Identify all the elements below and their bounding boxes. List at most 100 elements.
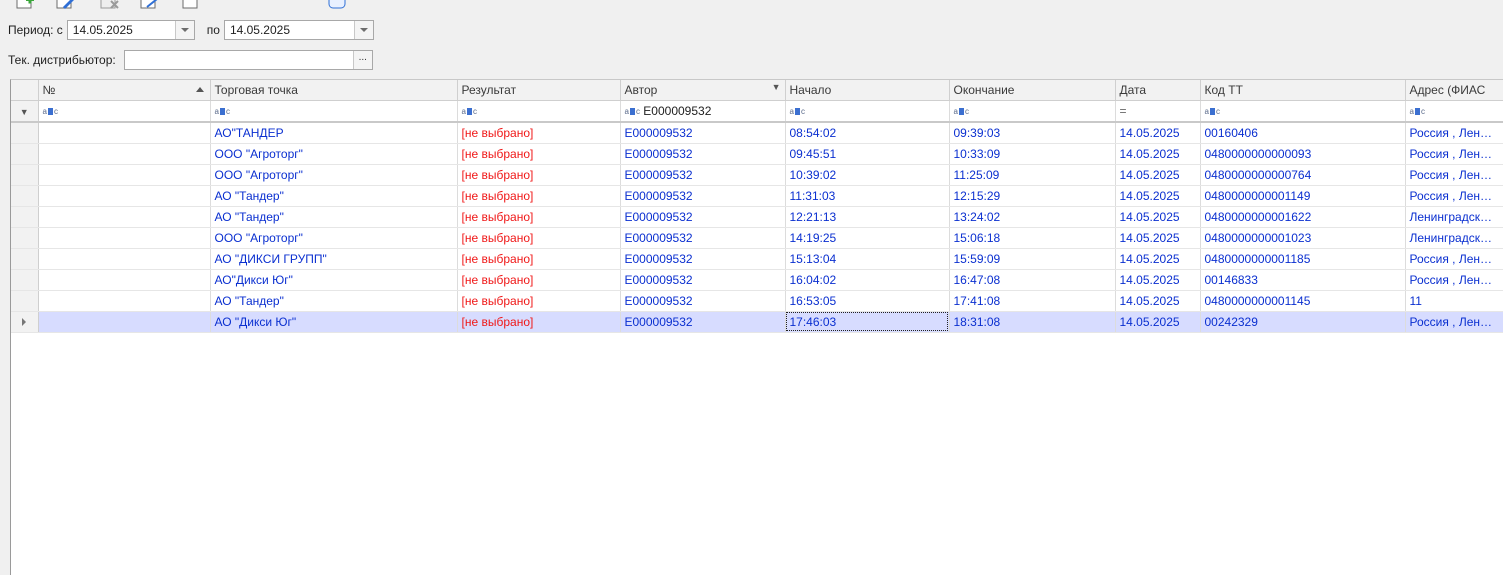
cell-author[interactable]: E000009532 [620,269,786,291]
filter-icon[interactable]: ▼ [772,82,781,92]
cell-date[interactable]: 14.05.2025 [1115,122,1201,144]
cell-outlet[interactable]: АО "Тандер" [210,290,458,312]
cell-result[interactable]: [не выбрано] [457,143,621,165]
row-indicator[interactable] [11,206,39,228]
table-row[interactable]: ООО "Агроторг" [не выбрано] E000009532 09:4… [11,143,1503,165]
cell-author[interactable]: E000009532 [620,206,786,228]
table-row[interactable]: ООО "Агроторг" [не выбрано] E000009532 10:3… [11,164,1503,186]
period-from-field[interactable]: 14.05.2025 [66,20,195,40]
period-to-field[interactable]: 14.05.2025 [223,20,374,40]
row-indicator[interactable] [11,269,39,291]
row-indicator[interactable] [11,143,39,165]
cell-outlet[interactable]: АО"Дикси Юг" [210,269,458,291]
cell-date[interactable]: 14.05.2025 [1115,290,1201,312]
cell-author[interactable]: E000009532 [620,227,786,249]
document-icon[interactable] [180,0,202,9]
filter-cell-outlet[interactable]: ac [210,100,458,123]
cell-code[interactable]: 0480000000000764 [1200,164,1406,186]
filter-cell-start[interactable]: ac [785,100,950,123]
column-header-outlet[interactable]: Торговая точка [210,80,458,101]
cell-result[interactable]: [не выбрано] [457,311,621,333]
row-indicator[interactable] [11,185,39,207]
cell-code[interactable]: 0480000000001145 [1200,290,1406,312]
cell-address[interactable]: Россия , Лен… [1405,311,1503,333]
cell-number[interactable] [38,227,211,249]
cell-code[interactable]: 0480000000001149 [1200,185,1406,207]
column-header-end[interactable]: Окончание [949,80,1116,101]
cell-start[interactable]: 14:19:25 [785,227,950,249]
cell-address[interactable]: Россия , Лен… [1405,185,1503,207]
cell-date[interactable]: 14.05.2025 [1115,227,1201,249]
table-row[interactable]: ООО "Агроторг" [не выбрано] E000009532 14:1… [11,227,1503,249]
cell-address[interactable]: Ленинградск… [1405,206,1503,228]
cell-author[interactable]: E000009532 [620,143,786,165]
table-row[interactable]: АО "Тандер" [не выбрано] E000009532 11:31:0… [11,185,1503,207]
table-row[interactable]: АО "Дикси Юг" [не выбрано] E000009532 17:46… [11,311,1503,333]
cell-date[interactable]: 14.05.2025 [1115,164,1201,186]
edit-icon[interactable] [54,0,76,9]
cell-start[interactable]: 16:04:02 [785,269,950,291]
cell-end[interactable]: 12:15:29 [949,185,1116,207]
cell-code[interactable]: 0480000000001622 [1200,206,1406,228]
check-icon[interactable] [138,0,160,9]
row-indicator[interactable] [11,248,39,270]
cell-address[interactable]: Россия , Лен… [1405,269,1503,291]
filter-cell-address[interactable]: ac [1405,100,1503,123]
cell-date[interactable]: 14.05.2025 [1115,206,1201,228]
cell-number[interactable] [38,290,211,312]
cell-end[interactable]: 13:24:02 [949,206,1116,228]
cell-start[interactable]: 11:31:03 [785,185,950,207]
column-header-code[interactable]: Код ТТ [1200,80,1406,101]
cell-start[interactable]: 16:53:05 [785,290,950,312]
column-header-date[interactable]: Дата [1115,80,1201,101]
cell-start[interactable]: 10:39:02 [785,164,950,186]
cell-author[interactable]: E000009532 [620,164,786,186]
refresh-icon[interactable] [326,0,348,9]
cell-start[interactable]: 08:54:02 [785,122,950,144]
cell-author[interactable]: E000009532 [620,290,786,312]
column-header-result[interactable]: Результат [457,80,621,101]
table-row[interactable]: АО "Тандер" [не выбрано] E000009532 12:21:1… [11,206,1503,228]
cell-address[interactable]: Ленинградск… [1405,227,1503,249]
cell-code[interactable]: 0480000000000093 [1200,143,1406,165]
cell-start[interactable]: 17:46:03 [785,311,950,333]
filter-cell-result[interactable]: ac [457,100,621,123]
cell-start[interactable]: 12:21:13 [785,206,950,228]
chevron-down-icon[interactable] [353,21,373,39]
cell-result[interactable]: [не выбрано] [457,164,621,186]
cell-end[interactable]: 18:31:08 [949,311,1116,333]
cell-address[interactable]: 11 [1405,290,1503,312]
table-row[interactable]: АО "Тандер" [не выбрано] E000009532 16:53:0… [11,290,1503,312]
cell-author[interactable]: E000009532 [620,185,786,207]
cell-number[interactable] [38,269,211,291]
cell-outlet[interactable]: АО "Дикси Юг" [210,311,458,333]
cell-result[interactable]: [не выбрано] [457,227,621,249]
cell-result[interactable]: [не выбрано] [457,290,621,312]
cell-code[interactable]: 0480000000001185 [1200,248,1406,270]
cell-address[interactable]: Россия , Лен… [1405,143,1503,165]
filter-cell-code[interactable]: ac [1200,100,1406,123]
cell-result[interactable]: [не выбрано] [457,248,621,270]
row-indicator[interactable] [11,311,39,333]
cell-end[interactable]: 15:06:18 [949,227,1116,249]
cell-author[interactable]: E000009532 [620,311,786,333]
cell-date[interactable]: 14.05.2025 [1115,143,1201,165]
cell-outlet[interactable]: АО "Тандер" [210,185,458,207]
cell-start[interactable]: 15:13:04 [785,248,950,270]
cell-end[interactable]: 15:59:09 [949,248,1116,270]
row-indicator[interactable] [11,122,39,144]
cell-end[interactable]: 17:41:08 [949,290,1116,312]
filter-cell-date[interactable]: = [1115,100,1201,123]
table-row[interactable]: АО"ТАНДЕР [не выбрано] E000009532 08:54:02 0… [11,122,1503,144]
cell-number[interactable] [38,143,211,165]
cell-date[interactable]: 14.05.2025 [1115,269,1201,291]
row-indicator[interactable] [11,290,39,312]
cell-code[interactable]: 00242329 [1200,311,1406,333]
cell-outlet[interactable]: ООО "Агроторг" [210,227,458,249]
cell-date[interactable]: 14.05.2025 [1115,185,1201,207]
cell-result[interactable]: [не выбрано] [457,185,621,207]
cell-code[interactable]: 0480000000001023 [1200,227,1406,249]
filter-cell-author[interactable]: ac E000009532 [620,100,786,123]
cell-end[interactable]: 09:39:03 [949,122,1116,144]
distributor-field[interactable]: ... [123,50,373,70]
